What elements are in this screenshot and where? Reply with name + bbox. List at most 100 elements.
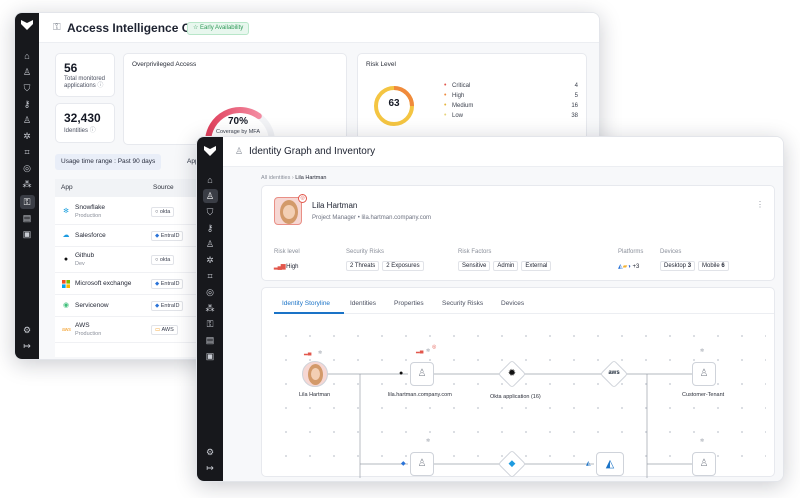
scan-icon[interactable]: ⌗ (197, 271, 223, 281)
identity-graph-canvas[interactable]: ▂▄ ✲ Lila Hartman ♙ ● ▂▄ ✲ ◎ lila.hartma… (274, 324, 766, 479)
settings-icon[interactable]: ⚙ (197, 447, 223, 457)
graph-node-customer-tenant[interactable]: ♙ (692, 362, 716, 386)
logout-icon[interactable]: ↦ (197, 463, 223, 473)
tab-identities[interactable]: Identities (350, 300, 376, 307)
active-tab-indicator (274, 312, 344, 314)
graph-node-lila[interactable] (302, 361, 328, 387)
identities-count: 32,430 (64, 111, 101, 125)
monitored-apps-count: 56 (64, 61, 78, 75)
left-nav-rail: ⌂ ♙ ⛉ ⚷ ♙ ✲ ⌗ ◎ ⁂ ⚿ ▤ ▣ ⚙ ↦ (197, 137, 223, 481)
key-icon[interactable]: ⚿ (15, 195, 39, 209)
graph-label-customer-tenant: Customer-Tenant (682, 392, 725, 398)
mfa-percent: 70% (228, 116, 249, 127)
person-icon[interactable]: ♙ (15, 115, 39, 125)
person-icon[interactable]: ♙ (197, 239, 223, 249)
user-icon: ♙ (235, 146, 244, 156)
graph-node-tenant-2[interactable]: ♙ (692, 452, 716, 476)
early-availability-badge: ☆ Early Availability (187, 22, 250, 35)
shield-icon[interactable]: ⛉ (197, 207, 223, 217)
okta-icon: ◑ (627, 264, 631, 270)
profile-email: lila.hartman.company.com (361, 215, 432, 221)
risk-row-low: • Low 38 (444, 112, 578, 119)
graph-label-account: lila.hartman.company.com (388, 392, 452, 398)
page-header: ♙ Identity Graph and Inventory (223, 137, 783, 167)
identities-label: Identities ⓘ (64, 128, 96, 134)
risk-score: 63 (388, 98, 400, 109)
security-risks-values: 2 Threats 2 Exposures (346, 261, 427, 271)
exposures-chip[interactable]: 2 Exposures (382, 261, 424, 271)
breadcrumb-current: Lila Hartman (295, 175, 327, 181)
shield-icon[interactable]: ⛉ (15, 83, 39, 93)
risk-row-medium: • Medium 16 (444, 102, 578, 109)
key-icon[interactable]: ⚿ (197, 319, 223, 329)
bug-icon[interactable]: ✲ (15, 131, 39, 141)
tab-devices[interactable]: Devices (501, 300, 524, 307)
home-icon[interactable]: ⌂ (15, 51, 39, 61)
microsoft-icon (62, 280, 70, 288)
user-key-icon[interactable]: ⚷ (197, 223, 223, 233)
user-icon[interactable]: ♙ (197, 189, 223, 203)
servicenow-icon: ◉ (62, 302, 70, 309)
logout-icon[interactable]: ↦ (15, 341, 39, 351)
bug-icon[interactable]: ✲ (197, 255, 223, 265)
threats-chip[interactable]: 2 Threats (346, 261, 380, 271)
graph-node-azure[interactable]: ◭ (596, 452, 624, 476)
mobile-chip[interactable]: Mobile 6 (698, 261, 729, 271)
tab-properties[interactable]: Properties (394, 300, 424, 307)
graph-node-account[interactable]: ♙ (410, 362, 434, 386)
document-icon[interactable]: ▤ (197, 335, 223, 345)
github-icon: ● (399, 370, 404, 377)
graph-label-okta: Okta application (16) (490, 394, 541, 400)
risk-bars-icon: ▂▄ (304, 350, 312, 356)
overprivileged-access-card[interactable]: Overprivileged Access 70% Coverage by MF… (123, 53, 347, 145)
col-source: Source (153, 184, 174, 191)
network-icon[interactable]: ⁂ (197, 303, 223, 313)
fingerprint-icon[interactable]: ◎ (197, 287, 223, 297)
desktop-chip[interactable]: Desktop 3 (660, 261, 696, 271)
source-okta: ○ okta (151, 207, 175, 217)
aws-icon: aws (62, 327, 71, 333)
key-icon: ⚿ (53, 22, 61, 33)
overprivileged-title: Overprivileged Access (132, 61, 197, 68)
identities-card[interactable]: 32,430 Identities ⓘ (55, 103, 115, 143)
tab-security-risks[interactable]: Security Risks (442, 300, 483, 307)
platforms-label: Platforms (618, 249, 644, 255)
network-icon[interactable]: ⁂ (15, 179, 39, 189)
risk-bars-icon: ▂▄ (416, 348, 424, 354)
user-icon[interactable]: ♙ (15, 67, 39, 77)
breadcrumb-root[interactable]: All identities (261, 175, 290, 181)
identity-profile-card: ◎ Lila Hartman Project Manager • lila.ha… (261, 185, 775, 281)
profile-name: Lila Hartman (312, 201, 358, 210)
profile-role: Project Manager • lila.hartman.company.c… (312, 215, 432, 221)
bug-icon: ✲ (318, 350, 323, 356)
monitored-apps-card[interactable]: 56 Total monitored applications ⓘ (55, 53, 115, 97)
settings-icon[interactable]: ⚙ (15, 325, 39, 335)
source-entraid: ◆ EntraID (151, 279, 184, 289)
security-risks-label: Security Risks (346, 249, 385, 255)
brand-logo (197, 146, 223, 159)
image-icon[interactable]: ▣ (15, 229, 39, 239)
user-key-icon[interactable]: ⚷ (15, 99, 39, 109)
info-icon: ⓘ (97, 83, 104, 89)
usage-range-filter[interactable]: Usage time range : Past 90 days (55, 154, 162, 170)
home-icon[interactable]: ⌂ (197, 175, 223, 185)
graph-node-account-2[interactable]: ♙ (410, 452, 434, 476)
risk-row-critical: • Critical 4 (444, 82, 578, 89)
fingerprint-icon[interactable]: ◎ (15, 163, 39, 173)
left-nav-rail: ⌂ ♙ ⛉ ⚷ ♙ ✲ ⌗ ◎ ⁂ ⚿ ▤ ▣ ⚙ ↦ (15, 13, 39, 359)
graph-label-lila: Lila Hartman (299, 392, 331, 398)
github-icon: ● (63, 256, 69, 263)
col-app: App (61, 184, 73, 191)
okta-starburst-icon: ✹ (507, 368, 517, 379)
document-icon[interactable]: ▤ (15, 213, 39, 223)
identity-main: ♙ Identity Graph and Inventory All ident… (223, 137, 783, 481)
tab-identity-storyline[interactable]: Identity Storyline (282, 300, 330, 307)
azure-small-icon: ◭ (586, 461, 591, 467)
image-icon[interactable]: ▣ (197, 351, 223, 361)
platforms-values: ◭▰◑ +3 (618, 264, 640, 270)
risk-level-card[interactable]: Risk Level 63 • Critical 4 • High 5 • Medium 1… (357, 53, 587, 145)
more-options-icon[interactable]: ⋮ (756, 200, 764, 209)
identity-graph-window: ⌂ ♙ ⛉ ⚷ ♙ ✲ ⌗ ◎ ⁂ ⚿ ▤ ▣ ⚙ ↦ ♙ Identity G… (196, 136, 784, 482)
risk-level-label: Risk level (274, 249, 300, 255)
scan-icon[interactable]: ⌗ (15, 147, 39, 157)
